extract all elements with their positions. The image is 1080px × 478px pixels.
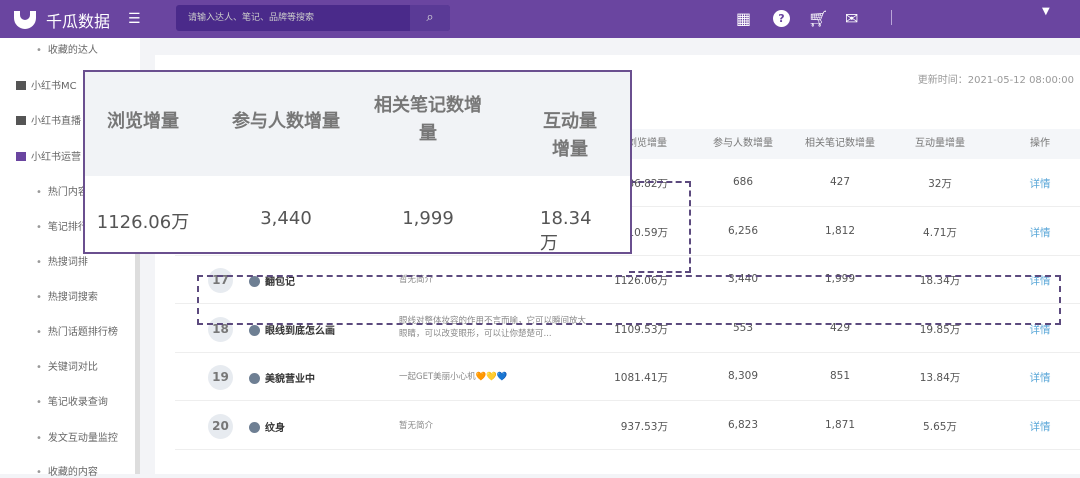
notes-cell: 427 xyxy=(829,176,851,188)
sidebar-item[interactable]: 收藏的达人 xyxy=(36,41,98,56)
zoom-callout: 浏览增量 参与人数增量 相关笔记数增量 互动量增量 1126.06万 3,440… xyxy=(83,70,632,254)
sidebar-group-ops[interactable]: 小红书运营 xyxy=(16,148,81,163)
chevron-down-icon[interactable]: ▼ xyxy=(1042,6,1050,17)
callout-header-participants: 参与人数增量 xyxy=(232,111,340,132)
topic-name[interactable]: 纹身 xyxy=(249,419,285,434)
menu-toggle-icon[interactable]: ☰ xyxy=(128,11,141,27)
callout-header-interactions: 互动量增量 xyxy=(543,111,597,160)
interactions-cell: 4.71万 xyxy=(923,226,957,239)
table-row: 20 纹身 暂无简介 937.53万 6,823 1,871 5.65万 详情 xyxy=(175,402,1080,450)
interactions-cell: 5.65万 xyxy=(923,420,957,433)
cart-icon[interactable]: 🛒︎ xyxy=(808,9,828,28)
brand-logo[interactable]: 千瓜数据 xyxy=(14,8,110,32)
notes-cell: 1,871 xyxy=(824,418,856,431)
col-views[interactable]: 浏览增量 xyxy=(627,129,667,159)
callout-header-views: 浏览增量 xyxy=(107,111,179,132)
sidebar-group-live[interactable]: 小红书直播 xyxy=(16,112,81,127)
detail-link[interactable]: 详情 xyxy=(1030,225,1051,240)
rank-badge: 20 xyxy=(208,413,233,439)
rank-badge: 19 xyxy=(208,365,233,390)
topic-intro: 一起GET美丽小心机🧡💛💙 xyxy=(399,372,508,382)
help-icon[interactable]: ? xyxy=(773,10,790,27)
sidebar-label: 小红书直播 xyxy=(31,116,81,127)
callout-value-views: 1126.06万 xyxy=(96,212,190,233)
topic-intro: 暂无简介 xyxy=(399,420,434,431)
table-row: 19 美貌营业中 一起GET美丽小心机🧡💛💙 1081.41万 8,309 851 13.8… xyxy=(175,353,1080,401)
sidebar-scrollbar[interactable] xyxy=(135,250,140,474)
detail-link[interactable]: 详情 xyxy=(1030,176,1051,191)
sidebar-item[interactable]: 关键词对比 xyxy=(36,358,98,373)
apps-icon[interactable]: ▦ xyxy=(736,9,751,28)
sidebar-item[interactable]: 笔记收录查询 xyxy=(36,393,108,408)
sidebar-item[interactable]: 热搜词搜索 xyxy=(36,288,98,303)
sidebar-item[interactable]: 热门话题排行榜 xyxy=(36,323,118,338)
search-input[interactable]: 请输入达人、笔记、品牌等搜索 ⌕ xyxy=(176,5,450,31)
participants-cell: 8,309 xyxy=(727,370,759,382)
views-cell: 1081.41万 xyxy=(614,372,668,384)
sidebar-item[interactable]: 发文互动量监控 xyxy=(36,429,118,444)
col-interactions[interactable]: 互动量增量 xyxy=(915,129,965,159)
sidebar-item[interactable]: 笔记排行 xyxy=(36,218,88,233)
sidebar-label: 小红书运营 xyxy=(31,152,81,163)
mail-icon[interactable]: ✉ xyxy=(845,9,858,28)
participants-cell: 686 xyxy=(732,176,754,188)
notes-cell: 851 xyxy=(829,370,851,382)
callout-value-participants: 3,440 xyxy=(260,208,312,229)
search-placeholder: 请输入达人、笔记、品牌等搜索 xyxy=(188,13,315,23)
building-icon xyxy=(16,81,26,90)
highlight-row-box xyxy=(197,275,1061,325)
interactions-cell: 13.84万 xyxy=(919,372,961,384)
detail-link[interactable]: 详情 xyxy=(1030,419,1051,434)
callout-value-interactions: 18.34万 xyxy=(540,208,592,254)
topic-name[interactable]: 美貌营业中 xyxy=(249,370,315,385)
callout-value-notes: 1,999 xyxy=(402,208,454,229)
video-icon xyxy=(16,116,26,125)
top-bar: 千瓜数据 ☰ 请输入达人、笔记、品牌等搜索 ⌕ ▦ ? 🛒︎ ✉ ▼ xyxy=(0,0,1080,38)
sidebar-item[interactable]: 热搜词排 xyxy=(36,253,88,268)
col-action: 操作 xyxy=(1030,138,1050,149)
col-participants[interactable]: 参与人数增量 xyxy=(713,129,773,159)
highlight-box xyxy=(629,181,691,273)
divider xyxy=(891,10,892,25)
sidebar-label: 小红书MC xyxy=(31,81,77,92)
update-time: 更新时间：2021-05-12 08:00:00 xyxy=(917,75,1074,86)
participants-cell: 6,823 xyxy=(727,418,759,431)
participants-cell: 6,256 xyxy=(727,224,759,237)
sidebar-item[interactable]: 收藏的内容 xyxy=(36,463,98,478)
notes-cell: 1,812 xyxy=(824,224,856,237)
interactions-cell: 32万 xyxy=(928,178,952,190)
brand-name: 千瓜数据 xyxy=(46,12,111,31)
col-notes[interactable]: 相关笔记数增量 xyxy=(805,129,875,159)
logo-icon xyxy=(14,11,36,29)
sidebar-group-mcn[interactable]: 小红书MC xyxy=(16,77,77,92)
chat-icon xyxy=(16,152,26,161)
search-button[interactable]: ⌕ xyxy=(410,5,450,31)
detail-link[interactable]: 详情 xyxy=(1030,370,1051,385)
views-cell: 937.53万 xyxy=(620,420,668,433)
callout-header-notes: 相关笔记数增量 xyxy=(374,95,482,144)
sidebar-item[interactable]: 热门内容 xyxy=(36,183,88,198)
